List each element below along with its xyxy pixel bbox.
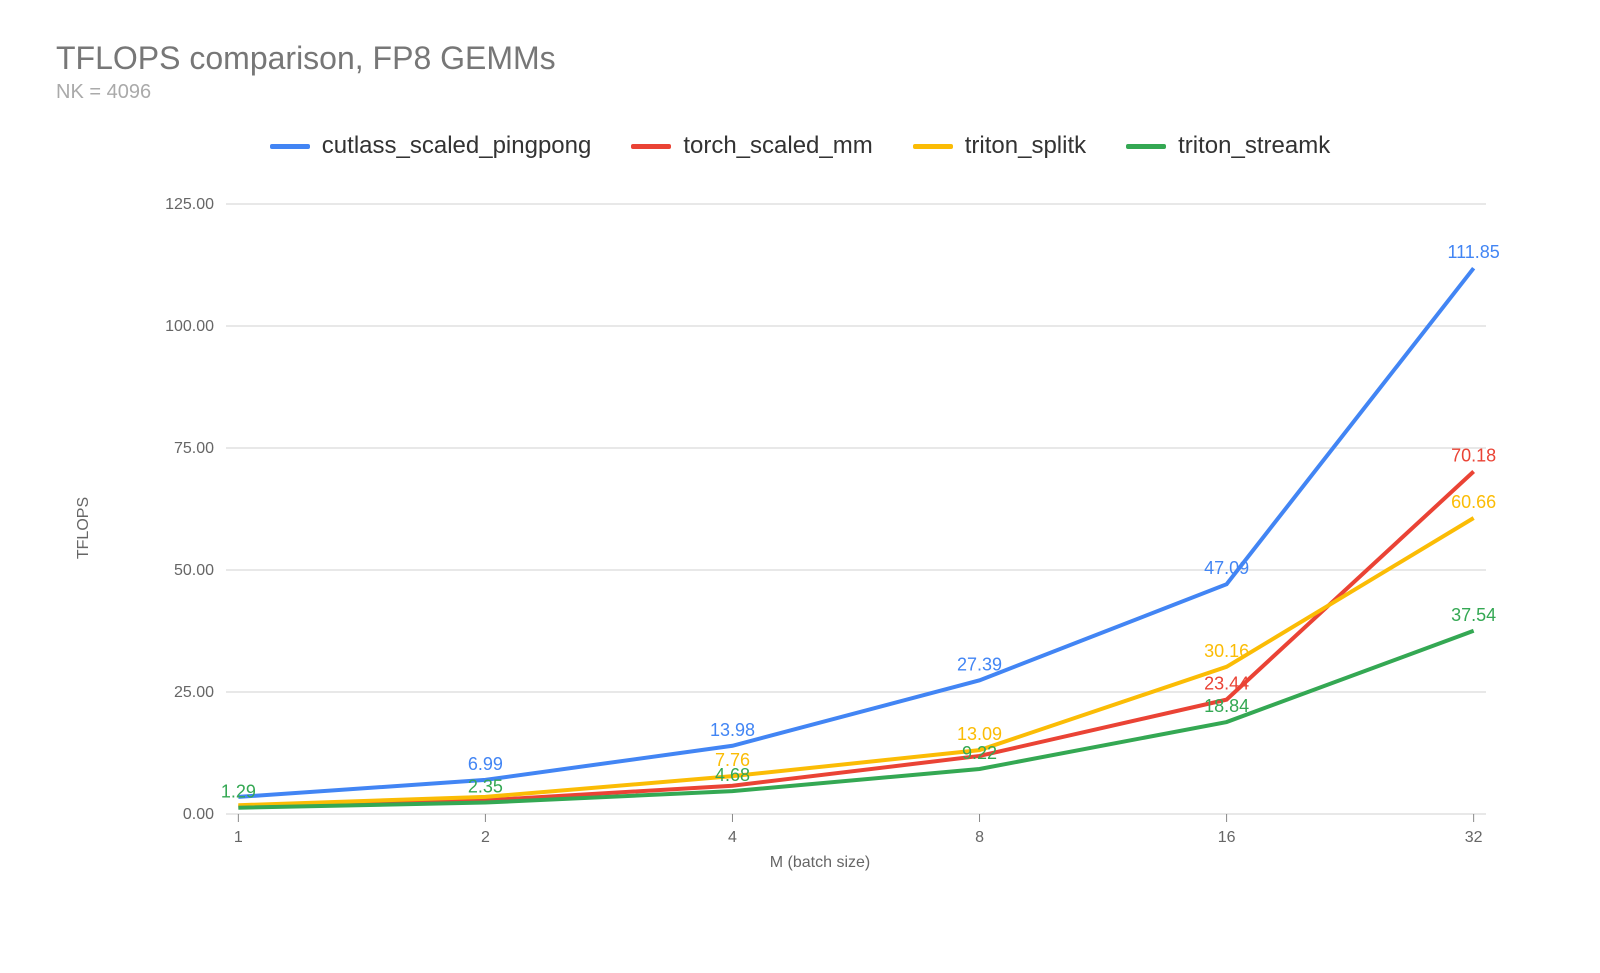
- legend-item-splitk: triton_splitk: [913, 132, 1086, 160]
- y-tick-label: 75.00: [174, 440, 214, 457]
- plot-area: 0.0025.0050.0075.00100.00125.00124816326…: [146, 184, 1546, 814]
- y-tick-label: 50.00: [174, 562, 214, 579]
- data-label: 37.54: [1451, 605, 1496, 625]
- series-line: [238, 518, 1473, 805]
- x-tick-label: 1: [234, 829, 243, 846]
- legend-swatch-icon: [270, 144, 310, 149]
- x-tick-label: 16: [1218, 829, 1236, 846]
- data-label: 1.29: [221, 782, 256, 802]
- data-label: 4.68: [715, 765, 750, 785]
- data-label: 6.99: [468, 754, 503, 774]
- chart-area: TFLOPS 0.0025.0050.0075.00100.00125.0012…: [96, 184, 1544, 872]
- legend-label: cutlass_scaled_pingpong: [322, 132, 592, 160]
- data-label: 27.39: [957, 654, 1002, 674]
- x-tick-label: 4: [728, 829, 737, 846]
- data-label: 30.16: [1204, 641, 1249, 661]
- legend-item-cutlass: cutlass_scaled_pingpong: [270, 132, 592, 160]
- legend: cutlass_scaled_pingpong torch_scaled_mm …: [56, 132, 1544, 160]
- data-label: 70.18: [1451, 446, 1496, 466]
- data-label: 23.44: [1204, 674, 1249, 694]
- data-label: 9.22: [962, 743, 997, 763]
- legend-label: torch_scaled_mm: [683, 132, 872, 160]
- legend-label: triton_splitk: [965, 132, 1086, 160]
- data-label: 18.84: [1204, 696, 1249, 716]
- y-tick-label: 125.00: [165, 196, 214, 213]
- legend-item-torch: torch_scaled_mm: [631, 132, 872, 160]
- data-label: 47.09: [1204, 558, 1249, 578]
- y-tick-label: 0.00: [183, 806, 214, 823]
- series-line: [238, 472, 1473, 807]
- data-label: 13.98: [710, 720, 755, 740]
- legend-label: triton_streamk: [1178, 132, 1330, 160]
- legend-swatch-icon: [913, 144, 953, 149]
- legend-swatch-icon: [631, 144, 671, 149]
- x-tick-label: 8: [975, 829, 984, 846]
- legend-item-streamk: triton_streamk: [1126, 132, 1330, 160]
- y-tick-label: 25.00: [174, 684, 214, 701]
- y-tick-label: 100.00: [165, 318, 214, 335]
- chart-page: TFLOPS comparison, FP8 GEMMs NK = 4096 c…: [0, 0, 1600, 973]
- data-label: 2.35: [468, 777, 503, 797]
- x-tick-label: 32: [1465, 829, 1483, 846]
- chart-svg: 0.00 25.00 50.00 75.00 100.00 125.00 1 2 4 8 16 32 6…: [146, 184, 1546, 864]
- x-tick-label: 2: [481, 829, 490, 846]
- data-label: 60.66: [1451, 492, 1496, 512]
- series-line: [238, 268, 1473, 797]
- data-label: 111.85: [1447, 242, 1499, 262]
- legend-swatch-icon: [1126, 144, 1166, 149]
- chart-title: TFLOPS comparison, FP8 GEMMs: [56, 40, 1544, 77]
- series-line: [238, 631, 1473, 808]
- chart-subtitle: NK = 4096: [56, 81, 1544, 104]
- y-axis-label: TFLOPS: [75, 497, 93, 559]
- data-label: 13.09: [957, 724, 1002, 744]
